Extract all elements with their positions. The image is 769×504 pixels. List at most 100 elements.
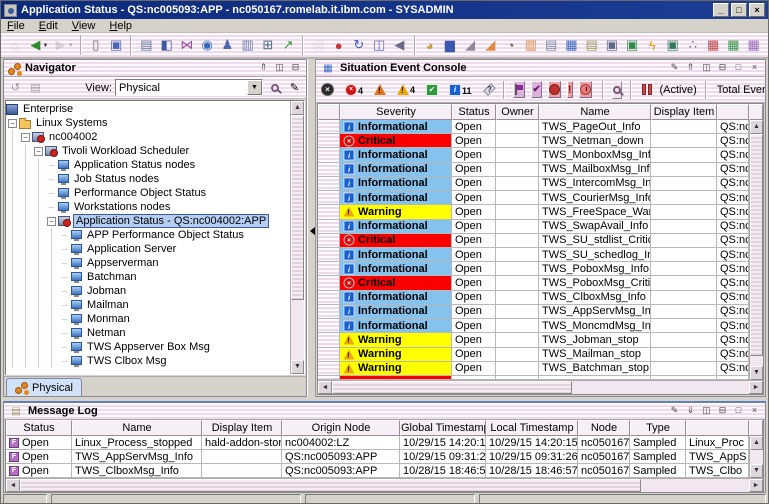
scroll-thumb[interactable]	[332, 381, 572, 394]
area-chart-icon[interactable]: ◢	[481, 36, 499, 55]
row-header[interactable]	[318, 291, 340, 305]
event-row[interactable]: WarningOpenTWS_FreeSpace_WarningQS:nc0	[318, 205, 749, 219]
properties-icon[interactable]: ▤	[137, 36, 155, 55]
tree-expander-icon[interactable]: −	[34, 147, 43, 156]
menu-view[interactable]: View	[72, 20, 96, 32]
terminal-view-icon[interactable]: ▣	[623, 36, 641, 55]
browser-view-icon[interactable]: ▣	[603, 36, 621, 55]
maximize-icon[interactable]: □	[732, 62, 745, 74]
history-configuration-icon[interactable]: ↗	[279, 36, 297, 55]
message-log-vscrollbar[interactable]: ▲ ▼	[749, 436, 763, 478]
column-header[interactable]: Owner	[496, 104, 539, 120]
event-row[interactable]: iInformationalOpenTWS_MailboxMsg_InfoQS:…	[318, 163, 749, 177]
event-row[interactable]: iInformationalOpenTWS_MonboxMsg_InfoQS:n…	[318, 148, 749, 162]
row-header[interactable]	[318, 276, 340, 290]
event-row[interactable]: WarningOpenTWS_Jobman_stopQS:nc0	[318, 333, 749, 347]
column-header[interactable]: Display Item	[202, 420, 282, 436]
menu-file[interactable]: File	[7, 20, 25, 32]
pause-icon[interactable]	[642, 84, 652, 95]
event-row[interactable]: iInformationalOpenTWS_PageOut_InfoQS:nc0	[318, 120, 749, 134]
scroll-up-icon[interactable]: ▲	[750, 120, 763, 134]
tree-item-label[interactable]: Application Server	[85, 243, 178, 255]
close-button[interactable]: ×	[749, 3, 765, 17]
edit-navigator-icon[interactable]: ✎	[286, 80, 303, 96]
pie-chart-icon[interactable]: ◕	[421, 36, 439, 55]
informational-filter-icon[interactable]: i11	[449, 84, 472, 96]
grid-view-green-icon[interactable]: ▦	[724, 36, 742, 55]
close-icon[interactable]: ×	[748, 405, 761, 417]
refresh-icon[interactable]: ↻	[350, 36, 368, 55]
event-row[interactable]: iInformationalOpenTWS_AppServMsg_InfoQS:…	[318, 305, 749, 319]
close-icon[interactable]: ×	[748, 62, 761, 74]
critical-filter-icon[interactable]: ×4	[345, 84, 363, 96]
tree-item[interactable]: ─APP Performance Object Status	[6, 228, 290, 242]
scroll-up-icon[interactable]: ▲	[750, 436, 763, 450]
split-vertical-icon[interactable]: ◫	[273, 62, 286, 74]
column-header[interactable]: Name	[539, 104, 651, 120]
scroll-left-icon[interactable]: ◄	[318, 381, 332, 394]
back-icon[interactable]: ◀▼	[26, 36, 44, 55]
column-header[interactable]: Name	[72, 420, 202, 436]
menu-help[interactable]: Help	[109, 20, 132, 32]
tree-scrollbar[interactable]: ▲ ▼	[290, 101, 304, 374]
column-header[interactable]: Status	[6, 420, 72, 436]
menu-edit[interactable]: Edit	[39, 20, 58, 32]
tree-item-label[interactable]: nc004002	[47, 131, 99, 143]
event-row[interactable]: ×CriticalOpenTWS_PoboxMsg_CriticalQS:nc0	[318, 276, 749, 290]
tree-item-label[interactable]: Performance Object Status	[72, 187, 208, 199]
scroll-right-icon[interactable]: ►	[749, 479, 763, 492]
tree-item-label[interactable]: Job Status nodes	[72, 173, 161, 185]
column-header[interactable]	[717, 104, 749, 120]
column-header[interactable]: Local Timestamp	[486, 420, 578, 436]
row-header[interactable]	[318, 120, 340, 134]
tree-item[interactable]: ─Application Status nodes	[6, 158, 290, 172]
collapse-icon[interactable]: ⇓	[684, 405, 697, 417]
tree-item[interactable]: ─Batchman	[6, 270, 290, 284]
tree-item-label[interactable]: Batchman	[85, 271, 139, 283]
row-header[interactable]	[318, 362, 340, 376]
event-row[interactable]: WarningOpenTWS_Batchman_stopQS:nc0	[318, 362, 749, 376]
tree-item-label[interactable]: Jobman	[85, 285, 128, 297]
tree-item[interactable]: −nc004002	[6, 130, 290, 144]
resolve-button[interactable]: ✔	[531, 81, 541, 98]
column-header[interactable]: Severity	[340, 104, 452, 120]
warning-filter-icon[interactable]: 4	[397, 84, 415, 95]
circular-gauge-icon[interactable]: ◔	[502, 36, 520, 55]
tree-item[interactable]: ─Mailman	[6, 298, 290, 312]
scroll-down-icon[interactable]: ▼	[291, 360, 304, 374]
situation-editor-icon[interactable]: ◉	[198, 36, 216, 55]
manage-systems-icon[interactable]: ⊞	[259, 36, 277, 55]
row-header[interactable]	[318, 163, 340, 177]
topology-view-icon[interactable]: ∴	[684, 36, 702, 55]
tree-item-label[interactable]: TWS Clbox Msg	[85, 355, 168, 367]
row-header[interactable]	[318, 234, 340, 248]
user-admin-icon[interactable]: ♟	[218, 36, 236, 55]
row-header[interactable]	[318, 348, 340, 362]
message-log-hscrollbar[interactable]: ◄ ►	[6, 478, 763, 492]
plot-chart-icon[interactable]: ◢	[461, 36, 479, 55]
tree-item[interactable]: ─Netman	[6, 326, 290, 340]
event-row[interactable]: iInformationalOpenTWS_ClboxMsg_InfoQS:nc…	[318, 291, 749, 305]
event-table-hscrollbar[interactable]: ◄ ►	[318, 380, 763, 394]
panel-splitter[interactable]	[307, 59, 316, 397]
workflow-editor-icon[interactable]: ⋈	[178, 36, 196, 55]
event-row[interactable]: iInformationalOpenTWS_SwapAvail_InfoQS:n…	[318, 220, 749, 234]
row-header[interactable]	[318, 333, 340, 347]
tree-item[interactable]: ─Appserverman	[6, 256, 290, 270]
new-workspace-icon[interactable]: ▯	[87, 36, 105, 55]
tree-item-label[interactable]: Appserverman	[85, 257, 161, 269]
event-row[interactable]: iInformationalOpenTWS_SU_schedlog_InfoQS…	[318, 248, 749, 262]
row-header[interactable]	[318, 134, 340, 148]
tree-expander-icon[interactable]: −	[8, 119, 17, 128]
situation-button[interactable]: !	[567, 81, 573, 98]
message-log-view-icon[interactable]: ▤	[583, 36, 601, 55]
collapse-icon[interactable]: ⇑	[257, 62, 270, 74]
scroll-down-icon[interactable]: ▼	[750, 464, 763, 478]
tab-physical[interactable]: Physical	[6, 378, 82, 396]
tree-item-label[interactable]: Netman	[85, 327, 128, 339]
tree-item-label[interactable]: Enterprise	[21, 103, 75, 115]
tree-item-label[interactable]: Application Status nodes	[72, 159, 197, 171]
split-horizontal-icon[interactable]: ⊟	[716, 405, 729, 417]
close-event-button[interactable]	[548, 81, 561, 98]
stop-icon[interactable]: ●	[330, 36, 348, 55]
